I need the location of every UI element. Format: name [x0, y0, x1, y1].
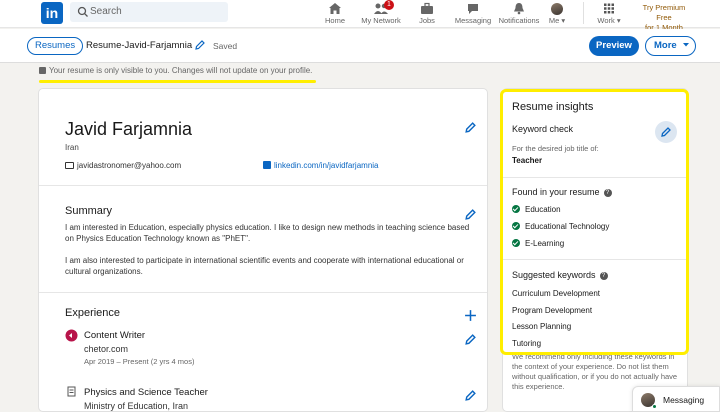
top-navigation: in Search Home 1 My Network Jobs Messagi… [0, 0, 720, 32]
add-experience-icon[interactable] [464, 309, 477, 322]
saved-status: Saved [213, 41, 238, 51]
online-status-dot [652, 404, 657, 409]
contact-email-text: javidastronomer@yahoo.com [77, 161, 182, 170]
experience-item-dates: Apr 2019 – Present (2 yrs 4 mos) [84, 357, 195, 366]
nav-work-label: Work ▾ [597, 16, 621, 25]
contact-linkedin-text: linkedin.com/in/javidfarjamnia [274, 161, 379, 170]
contact-email: javidastronomer@yahoo.com [65, 161, 181, 170]
email-icon [65, 162, 74, 169]
contact-linkedin[interactable]: linkedin.com/in/javidfarjamnia [263, 161, 379, 170]
experience-title: Experience [65, 307, 121, 319]
edit-experience-icon[interactable] [464, 389, 477, 402]
resume-title: Resume-Javid-Farjamnia [86, 40, 193, 51]
profile-location: Iran [65, 143, 79, 152]
highlight-underline [39, 80, 316, 83]
experience-item-title: Physics and Science Teacher [84, 387, 208, 398]
more-button-label: More [654, 40, 677, 51]
avatar [551, 3, 563, 15]
ministry-logo [67, 386, 76, 397]
section-divider [39, 185, 487, 186]
privacy-notice-text: Your resume is only visible to you. Chan… [49, 66, 313, 75]
nav-work[interactable]: Work ▾ [584, 0, 634, 28]
more-button[interactable]: More [645, 36, 696, 56]
messaging-dock[interactable]: Messaging [632, 386, 720, 412]
briefcase-icon [421, 2, 433, 14]
edit-title-icon[interactable] [194, 39, 206, 51]
edit-summary-icon[interactable] [464, 208, 477, 221]
messaging-dock-label: Messaging [663, 395, 705, 405]
section-divider [39, 292, 487, 293]
nav-me-label: Me ▾ [548, 16, 566, 25]
edit-experience-icon[interactable] [464, 333, 477, 346]
privacy-notice: Your resume is only visible to you. Chan… [39, 66, 312, 75]
notification-badge: 1 [384, 0, 394, 10]
summary-title: Summary [65, 205, 113, 217]
search-input[interactable]: Search [70, 2, 228, 22]
resumes-button[interactable]: Resumes [27, 37, 84, 55]
edit-profile-icon[interactable] [464, 121, 477, 134]
info-icon [39, 67, 46, 74]
resume-header-bar: Resumes Resume-Javid-Farjamnia Saved Pre… [0, 29, 720, 63]
summary-paragraph-2: I am also interested to participate in i… [65, 256, 464, 276]
summary-paragraph-1: I am interested in Education, especially… [65, 223, 470, 243]
grid-icon [604, 3, 614, 14]
highlight-box [500, 89, 689, 355]
linkedin-logo[interactable]: in [41, 2, 63, 24]
nav-me[interactable]: Me ▾ [537, 0, 577, 28]
chevron-down-icon [683, 43, 690, 47]
experience-item-company: chetor.com [84, 344, 129, 354]
search-icon [77, 6, 88, 17]
experience-item-title: Content Writer [84, 330, 146, 341]
chetor-logo [65, 329, 78, 342]
bell-icon [514, 3, 524, 15]
search-placeholder: Search [90, 6, 122, 17]
preview-button[interactable]: Preview [589, 36, 639, 56]
linkedin-icon [263, 161, 271, 169]
premium-line-1: Try Premium Free [642, 3, 686, 22]
resume-card: Javid Farjamnia Iran javidastronomer@yah… [38, 88, 488, 412]
profile-name: Javid Farjamnia [65, 119, 193, 139]
experience-item-company: Ministry of Education, Iran [84, 401, 189, 411]
messaging-icon [468, 4, 478, 14]
home-icon [329, 3, 341, 14]
